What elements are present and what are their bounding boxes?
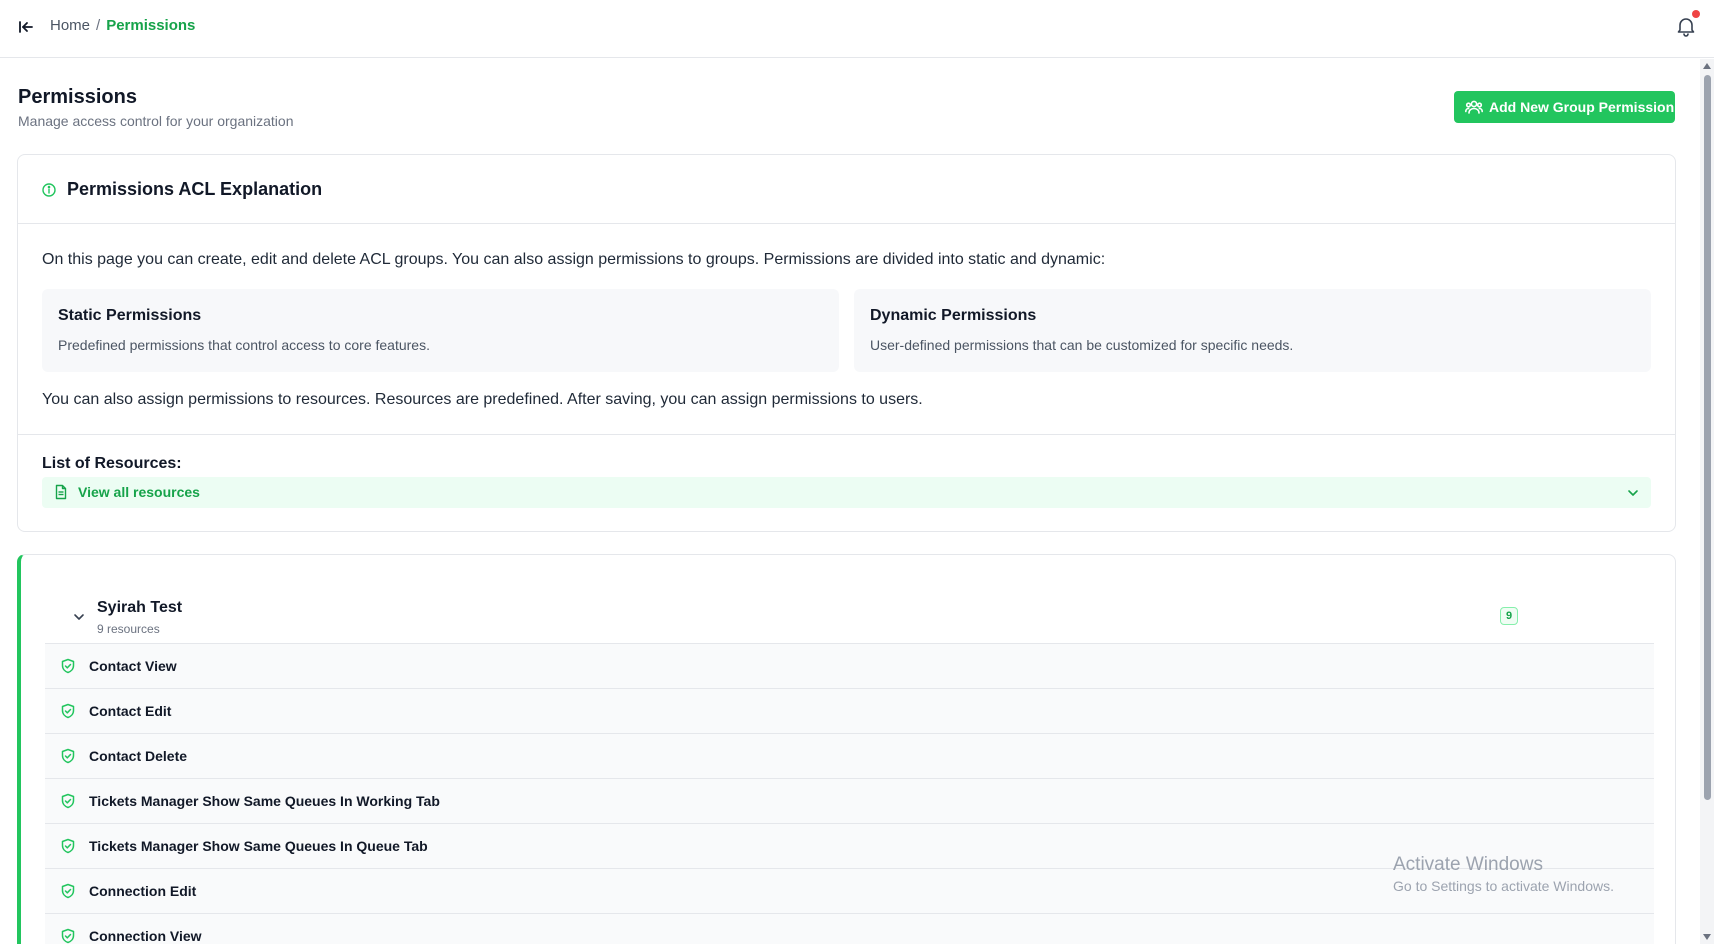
vertical-scrollbar[interactable] [1700,59,1714,944]
shield-check-icon [61,928,75,944]
shield-check-icon [61,838,75,854]
resource-label: Connection Edit [89,883,197,899]
chevron-down-icon[interactable] [71,609,87,625]
activate-windows-watermark: Activate Windows Go to Settings to activ… [1393,854,1614,894]
collapse-sidebar-icon[interactable] [16,17,36,37]
dynamic-permissions-box: Dynamic Permissions User-defined permiss… [854,289,1651,372]
list-item: Tickets Manager Show Same Queues In Work… [45,778,1654,823]
top-bar: Home / Permissions [0,0,1714,58]
chevron-down-icon [1628,490,1638,496]
shield-check-icon [61,883,75,899]
shield-check-icon [61,703,75,719]
page-title: Permissions [18,86,137,108]
resource-label: Tickets Manager Show Same Queues In Work… [89,793,440,809]
resource-label: Contact View [89,658,177,674]
page-subtitle: Manage access control for your organizat… [18,113,294,129]
add-group-permission-label: Add New Group Permission [1489,99,1675,115]
breadcrumb-home-link[interactable]: Home [50,17,90,34]
shield-check-icon [61,748,75,764]
resource-list: Contact View Contact Edit Contact Delete… [45,643,1654,944]
dynamic-permissions-title: Dynamic Permissions [870,307,1037,324]
group-name: Syirah Test [97,599,183,616]
acl-explanation-card: Permissions ACL Explanation On this page… [17,154,1676,532]
breadcrumb-separator: / [96,17,101,34]
dynamic-permissions-desc: User-defined permissions that can be cus… [870,337,1294,353]
watermark-subtitle: Go to Settings to activate Windows. [1393,878,1614,894]
info-icon [42,183,56,197]
list-item: Contact Edit [45,688,1654,733]
main-content: Permissions Manage access control for yo… [0,59,1700,944]
acl-intro-text: On this page you can create, edit and de… [42,251,1106,268]
scroll-thumb[interactable] [1704,75,1711,800]
view-all-resources-label: View all resources [78,484,200,500]
resource-label: Contact Edit [89,703,172,719]
group-count-badge: 9 [1500,607,1518,625]
scroll-up-arrow[interactable] [1703,63,1711,69]
add-group-permission-button[interactable]: Add New Group Permission [1454,91,1675,123]
document-icon [55,484,67,500]
resource-label: Connection View [89,928,202,944]
breadcrumb-current: Permissions [106,17,196,34]
shield-check-icon [61,793,75,809]
divider [18,434,1675,435]
group-resource-count: 9 resources [97,622,160,636]
static-permissions-box: Static Permissions Predefined permission… [42,289,839,372]
list-item: Contact Delete [45,733,1654,778]
users-icon [1465,100,1483,114]
list-item: Connection View [45,913,1654,944]
acl-card-header: Permissions ACL Explanation [18,155,1675,224]
shield-check-icon [61,658,75,674]
resources-label: List of Resources: [42,455,182,472]
view-all-resources-toggle[interactable]: View all resources [42,477,1651,508]
watermark-title: Activate Windows [1393,854,1543,875]
breadcrumb: Home / Permissions [50,17,195,34]
acl-outro-text: You can also assign permissions to resou… [42,391,923,408]
acl-title: Permissions ACL Explanation [67,179,323,199]
resource-label: Tickets Manager Show Same Queues In Queu… [89,838,428,854]
resource-label: Contact Delete [89,748,188,764]
static-permissions-title: Static Permissions [58,307,202,324]
list-item: Contact View [45,643,1654,688]
scroll-down-arrow[interactable] [1703,934,1711,940]
notification-dot [1692,10,1700,18]
static-permissions-desc: Predefined permissions that control acce… [58,337,430,353]
